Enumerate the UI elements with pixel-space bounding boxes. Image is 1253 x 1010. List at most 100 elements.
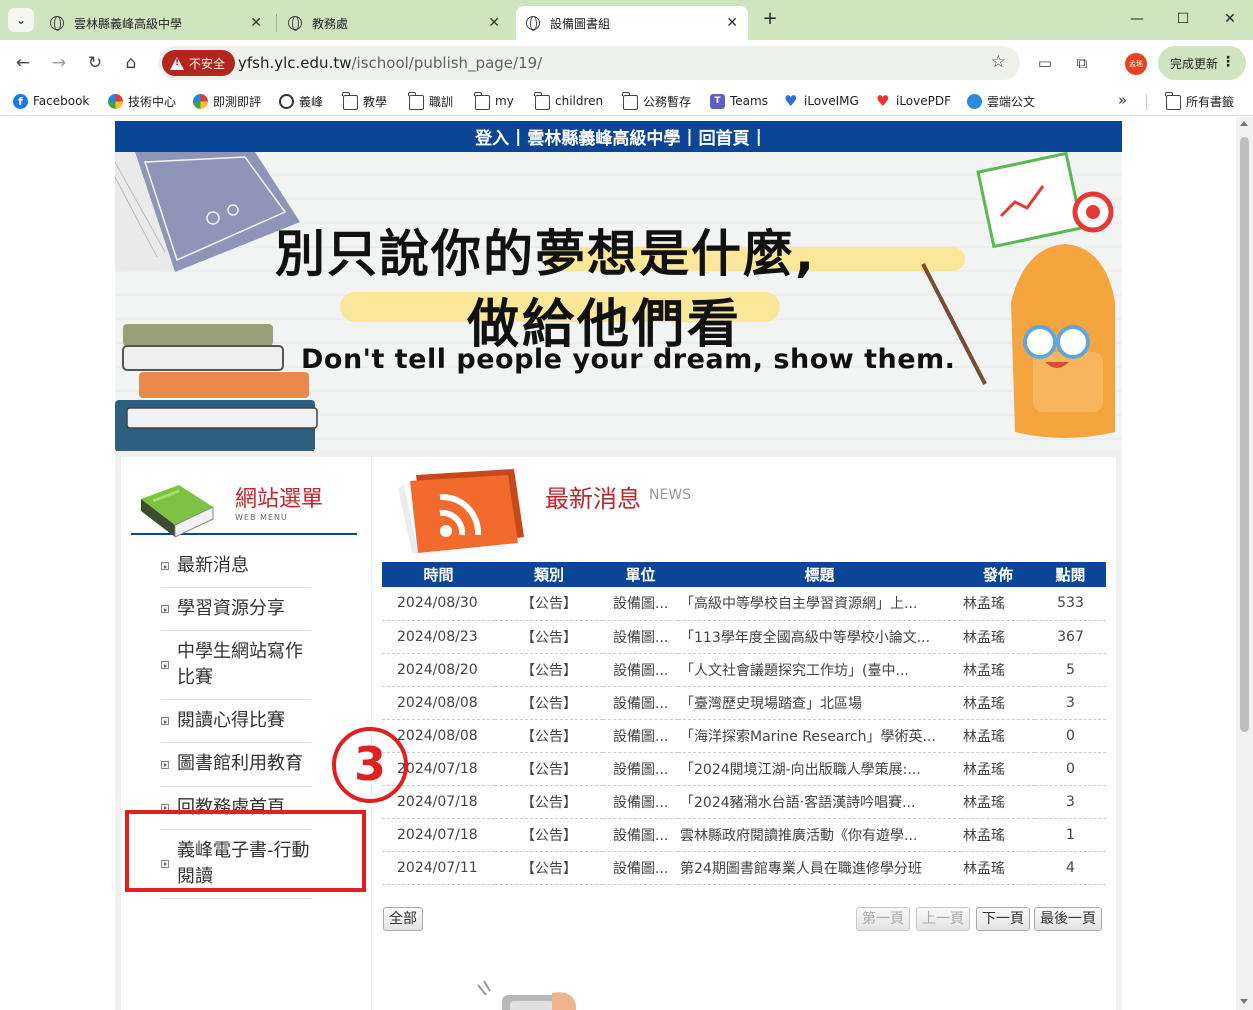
profile-avatar[interactable]: 孟瑤: [1125, 53, 1147, 75]
bookmark-tech-center[interactable]: 技術中心: [108, 92, 176, 110]
scroll-down-arrow-icon[interactable]: [1240, 999, 1248, 1004]
close-icon[interactable]: ✕: [726, 15, 738, 31]
extensions-icon[interactable]: ⧉: [1071, 52, 1093, 74]
table-row[interactable]: 2024/08/23 【公告】 設備圖... 「113學年度全國高級中等學校小論文..…: [382, 620, 1106, 654]
cell-title[interactable]: 雲林縣政府閱讀推廣活動《你有遊學...: [678, 818, 961, 852]
forward-button[interactable]: →: [48, 52, 70, 74]
bookmark-folder-children[interactable]: children: [534, 91, 603, 110]
cell-unit: 設備圖...: [603, 620, 678, 654]
scroll-up-arrow-icon[interactable]: [1240, 121, 1248, 126]
url-host: yfsh.ylc.edu.tw: [238, 54, 352, 72]
cell-type: 【公告】: [495, 653, 603, 687]
table-row[interactable]: 2024/07/11 【公告】 設備圖... 第24期圖書館專業人員在職進修學分班 林孟…: [382, 851, 1106, 885]
bookmark-star-icon[interactable]: ☆: [991, 52, 1006, 72]
new-tab-button[interactable]: +: [760, 8, 780, 30]
minimize-button[interactable]: —: [1122, 8, 1152, 30]
table-row[interactable]: 2024/08/20 【公告】 設備圖... 「人文社會議題探究工作坊」(臺中... 林…: [382, 653, 1106, 687]
scrollbar-thumb[interactable]: [1240, 137, 1249, 732]
address-bar[interactable]: 不安全 yfsh.ylc.edu.tw/ischool/publish_page…: [158, 46, 1020, 80]
cell-type: 【公告】: [495, 818, 603, 852]
bookmark-teams[interactable]: T Teams: [710, 92, 768, 110]
table-row[interactable]: 2024/08/08 【公告】 設備圖... 「臺灣歷史現場踏查」北區場 林孟瑤 3: [382, 686, 1106, 720]
tab-school[interactable]: 雲林縣義峰高級中學 ✕: [40, 6, 272, 40]
page-viewport: 登入 | 雲林縣義峰高級中學 | 回首頁 | 別只說你的夢想是什麼, 做給他們看…: [0, 117, 1253, 1010]
reload-icon: ↻: [87, 53, 103, 73]
heart-icon: ♥: [784, 91, 798, 110]
first-page-button[interactable]: 第一頁: [856, 907, 910, 931]
bookmark-iloveimg[interactable]: ♥ iLoveIMG: [784, 92, 859, 110]
cell-clicks: 5: [1035, 653, 1106, 687]
nav-separator: |: [686, 126, 693, 147]
bookmark-cloud-docs[interactable]: 雲端公文: [967, 92, 1035, 110]
cell-title[interactable]: 「113學年度全國高級中等學校小論文...: [678, 620, 961, 654]
cloud-doc-icon: [967, 93, 982, 109]
table-row[interactable]: 2024/07/18 【公告】 設備圖... 「2024閱境江湖-向出版職人學策展:.…: [382, 752, 1106, 786]
menu-item-reading-contest[interactable]: 閱讀心得比賽: [161, 700, 311, 744]
cell-date: 2024/07/18: [382, 818, 495, 852]
table-row[interactable]: 2024/07/18 【公告】 設備圖... 「2024豬潲水台語‧客語漢詩吟唱賽..…: [382, 785, 1106, 819]
green-book-icon: [141, 485, 214, 538]
bookmark-facebook[interactable]: f Facebook: [13, 92, 89, 110]
step-number-badge: 3: [332, 727, 408, 803]
previous-page-button[interactable]: 上一頁: [916, 907, 970, 931]
tab-library-active[interactable]: 設備圖書組 ✕: [516, 6, 748, 40]
table-row[interactable]: 2024/07/18 【公告】 設備圖... 雲林縣政府閱讀推廣活動《你有遊學... 林…: [382, 818, 1106, 852]
cell-title[interactable]: 「海洋探索Marine Research」學術英...: [678, 719, 961, 753]
bookmark-instant-test[interactable]: 即測即評: [193, 92, 261, 110]
bookmark-yifeng[interactable]: 義峰: [279, 92, 323, 110]
url-path: /ischool/publish_page/19/: [351, 54, 543, 72]
bookmark-folder-training[interactable]: 職訓: [408, 91, 453, 110]
cast-icon[interactable]: ▭: [1034, 52, 1056, 74]
maximize-button[interactable]: ☐: [1168, 8, 1198, 30]
bookmark-folder-teaching[interactable]: 教學: [342, 91, 387, 110]
table-row[interactable]: 2024/08/30 【公告】 設備圖... 「高級中等學校自主學習資源網」上... 林…: [382, 587, 1106, 621]
cell-unit: 設備圖...: [603, 719, 678, 753]
cell-title[interactable]: 「臺灣歷史現場踏查」北區場: [678, 686, 961, 720]
menu-item-web-writing-contest[interactable]: 中學生網站寫作比賽: [161, 631, 311, 701]
site-info-chip[interactable]: 不安全: [162, 50, 236, 76]
next-page-button[interactable]: 下一頁: [976, 907, 1030, 931]
bookmark-label: 雲端公文: [987, 94, 1036, 109]
cell-title[interactable]: 第24期圖書館專業人員在職進修學分班: [678, 851, 961, 885]
arrow-left-icon: ←: [15, 53, 31, 73]
globe-icon: [526, 16, 540, 31]
cell-title[interactable]: 「高級中等學校自主學習資源網」上...: [678, 587, 961, 621]
reload-button[interactable]: ↻: [84, 52, 106, 74]
update-button[interactable]: 完成更新 ⋮: [1158, 46, 1246, 80]
cell-unit: 設備圖...: [603, 851, 678, 885]
bookmark-ilovepdf[interactable]: ♥ iLovePDF: [876, 92, 951, 110]
home-button[interactable]: ⌂: [120, 52, 142, 74]
hero-banner: 別只說你的夢想是什麼, 做給他們看 Don't tell people your…: [115, 152, 1122, 451]
tab-academic[interactable]: 教務處 ✕: [278, 6, 510, 40]
menu-item-learning-resources[interactable]: 學習資源分享: [161, 588, 311, 632]
book-stack-illustration: [115, 324, 318, 451]
cell-title[interactable]: 「人文社會議題探究工作坊」(臺中...: [678, 653, 961, 687]
last-page-button[interactable]: 最後一頁: [1034, 907, 1102, 931]
close-icon[interactable]: ✕: [488, 15, 500, 31]
cell-title[interactable]: 「2024閱境江湖-向出版職人學策展:...: [678, 752, 961, 786]
kebab-menu-icon: ⋮: [1221, 54, 1235, 70]
url-text[interactable]: yfsh.ylc.edu.tw/ischool/publish_page/19/: [238, 54, 542, 72]
bookmark-folder-my[interactable]: my: [474, 91, 514, 110]
tab-title: 設備圖書組: [550, 16, 611, 31]
cell-author: 林孟瑤: [961, 719, 1035, 753]
close-window-button[interactable]: ✕: [1215, 8, 1245, 30]
back-button[interactable]: ←: [12, 52, 34, 74]
column-header-unit: 單位: [603, 562, 678, 587]
table-row[interactable]: 2024/08/08 【公告】 設備圖... 「海洋探索Marine Research…: [382, 719, 1106, 753]
close-icon[interactable]: ✕: [250, 15, 262, 31]
more-bookmarks-icon[interactable]: »: [1118, 91, 1127, 109]
bookmark-folder-office[interactable]: 公務暫存: [622, 91, 691, 110]
school-link[interactable]: 雲林縣義峰高級中學: [527, 124, 680, 149]
login-link[interactable]: 登入: [475, 124, 509, 149]
cell-clicks: 3: [1035, 785, 1106, 819]
show-all-button[interactable]: 全部: [383, 907, 423, 931]
menu-item-label: 最新消息: [177, 555, 249, 576]
tab-search-button[interactable]: ⌄: [8, 8, 34, 32]
menu-item-library-education[interactable]: 圖書館利用教育: [161, 743, 311, 787]
cell-title[interactable]: 「2024豬潲水台語‧客語漢詩吟唱賽...: [678, 785, 961, 819]
menu-item-news[interactable]: 最新消息: [161, 545, 311, 589]
home-link[interactable]: 回首頁: [699, 124, 750, 149]
bookmark-all[interactable]: 所有書籤: [1165, 91, 1234, 110]
vertical-scrollbar[interactable]: [1236, 117, 1253, 1010]
